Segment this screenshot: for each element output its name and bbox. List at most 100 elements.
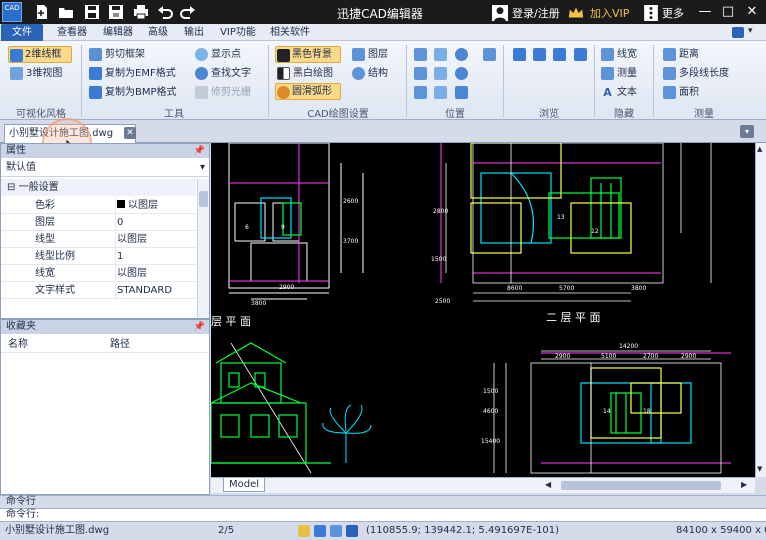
- new-icon[interactable]: [34, 4, 50, 20]
- arc-icon: [277, 86, 290, 99]
- distance-label: 距离: [679, 49, 699, 60]
- prop-row[interactable]: 色彩 以图层: [1, 197, 196, 214]
- drawing-canvas[interactable]: 2900 3800 8600 14200 2900 5100 2700 2900…: [211, 143, 755, 477]
- close-tab-icon[interactable]: ✕: [124, 127, 136, 139]
- pin-icon[interactable]: 📌: [194, 320, 205, 334]
- login-link[interactable]: 登录/注册: [512, 5, 560, 21]
- undo-icon[interactable]: [157, 4, 173, 20]
- 3d-view-button[interactable]: 3维视图: [9, 65, 73, 82]
- clip-frame-label: 剪切框架: [105, 49, 145, 60]
- menu-output[interactable]: 输出: [178, 24, 210, 41]
- grid-icon[interactable]: [314, 525, 326, 537]
- hscroll-thumb[interactable]: [561, 481, 721, 490]
- zoom-window-icon[interactable]: [414, 48, 427, 61]
- ortho-icon[interactable]: [330, 525, 342, 537]
- black-bg-button[interactable]: 黑色背景: [275, 46, 341, 63]
- tab-list-icon[interactable]: ▾: [740, 125, 754, 138]
- scroll-up-icon[interactable]: ▲: [757, 145, 762, 153]
- polyline-length-button[interactable]: 多段线长度: [662, 65, 729, 82]
- prop-row[interactable]: 线型 以图层: [1, 231, 196, 248]
- refresh-icon[interactable]: [553, 48, 566, 61]
- polar-icon[interactable]: [346, 525, 358, 537]
- trim-raster-button[interactable]: 修剪光栅: [194, 84, 251, 101]
- measure-toggle-button[interactable]: 测量: [600, 65, 637, 82]
- zoom-fit-icon[interactable]: [434, 67, 447, 80]
- zoom-prev-icon[interactable]: [414, 67, 427, 80]
- zoom-extents-icon[interactable]: [434, 48, 447, 61]
- app-logo: CAD: [2, 2, 22, 22]
- copy-bmp-label: 复制为BMP格式: [105, 87, 177, 98]
- copy-emf-button[interactable]: 复制为EMF格式: [88, 65, 176, 82]
- dim-text: 15400: [481, 438, 500, 445]
- more-icon[interactable]: [643, 5, 658, 21]
- canvas-hscrollbar[interactable]: Model ◀ ▶: [211, 477, 755, 493]
- scroll-down-icon[interactable]: ▼: [757, 465, 762, 473]
- prop-row[interactable]: 线宽 以图层: [1, 265, 196, 282]
- distance-button[interactable]: 距离: [662, 46, 699, 63]
- find-text-button[interactable]: 查找文字: [194, 65, 251, 82]
- trim-icon: [195, 86, 208, 99]
- section-general[interactable]: ⊟ 一般设置: [1, 179, 196, 196]
- line-width-icon: [601, 48, 614, 61]
- maximize-button[interactable]: □: [719, 3, 737, 21]
- menu-advanced[interactable]: 高级: [142, 24, 174, 41]
- next-page-icon[interactable]: [533, 48, 546, 61]
- trim-raster-label: 修剪光栅: [211, 87, 251, 98]
- brush-icon[interactable]: [732, 27, 744, 38]
- pin-icon[interactable]: 📌: [194, 144, 205, 158]
- status-coordinates: (110855.9; 139442.1; 5.491697E-101): [366, 525, 560, 536]
- zoom-out-icon[interactable]: [455, 67, 468, 80]
- 2d-wireframe-button[interactable]: 2维线框: [8, 46, 72, 63]
- user-icon[interactable]: [492, 5, 508, 21]
- edit-icon[interactable]: [574, 48, 587, 61]
- line-width-button[interactable]: 线宽: [600, 46, 637, 63]
- save-as-icon[interactable]: [108, 4, 124, 20]
- show-points-button[interactable]: 显示点: [194, 46, 241, 63]
- menu-related[interactable]: 相关软件: [266, 24, 314, 41]
- menu-file[interactable]: 文件: [1, 24, 43, 41]
- text-toggle-button[interactable]: A 文本: [600, 84, 637, 101]
- join-vip-link[interactable]: 加入VIP: [590, 5, 629, 21]
- column-name-header[interactable]: 名称: [8, 336, 28, 353]
- prev-page-icon[interactable]: [513, 48, 526, 61]
- menu-vip[interactable]: VIP功能: [214, 24, 262, 41]
- command-input[interactable]: 命令行:: [0, 508, 766, 521]
- zoom-in-icon[interactable]: [455, 48, 468, 61]
- scroll-right-icon[interactable]: ▶: [741, 480, 747, 489]
- open-icon[interactable]: [58, 4, 74, 20]
- pan-hand-icon[interactable]: [483, 48, 496, 61]
- close-button[interactable]: ✕: [743, 3, 761, 21]
- menu-editor[interactable]: 编辑器: [97, 24, 139, 41]
- model-tab[interactable]: Model: [223, 478, 265, 492]
- canvas-vscrollbar[interactable]: ▲ ▼: [755, 143, 766, 477]
- area-button[interactable]: 面积: [662, 84, 699, 101]
- save-icon[interactable]: [84, 4, 100, 20]
- prop-row[interactable]: 线型比例 1: [1, 248, 196, 265]
- redo-icon[interactable]: [180, 4, 196, 20]
- clip-frame-button[interactable]: 剪切框架: [88, 46, 145, 63]
- print-icon[interactable]: [133, 4, 149, 20]
- view-icon[interactable]: [455, 86, 468, 99]
- minimize-button[interactable]: —: [696, 3, 714, 21]
- column-path-header[interactable]: 路径: [110, 336, 130, 353]
- orbit-icon[interactable]: [414, 86, 427, 99]
- prop-row[interactable]: 文字样式 STANDARD: [1, 282, 196, 299]
- structure-button[interactable]: 结构: [351, 65, 388, 82]
- layers-icon: [352, 48, 365, 61]
- snap-icon[interactable]: [298, 525, 310, 537]
- dim-text: 3800: [631, 285, 646, 292]
- properties-scrollbar[interactable]: [197, 179, 209, 318]
- command-prompt: 命令行:: [6, 509, 40, 520]
- menu-viewer[interactable]: 查看器: [50, 24, 94, 41]
- properties-dropdown[interactable]: 默认值 ▾: [1, 159, 209, 177]
- copy-bmp-button[interactable]: 复制为BMP格式: [88, 84, 177, 101]
- dim-text: 2900: [555, 353, 570, 360]
- layers-button[interactable]: 图层: [351, 46, 388, 63]
- rotate-icon[interactable]: [434, 86, 447, 99]
- prop-row[interactable]: 图层 0: [1, 214, 196, 231]
- smooth-arc-button[interactable]: 圆滑弧形: [275, 83, 341, 100]
- scroll-left-icon[interactable]: ◀: [545, 480, 551, 489]
- options-dropdown-icon[interactable]: ▾: [748, 26, 753, 36]
- more-link[interactable]: 更多: [662, 5, 684, 21]
- bw-draw-button[interactable]: 黑白绘图: [276, 65, 333, 82]
